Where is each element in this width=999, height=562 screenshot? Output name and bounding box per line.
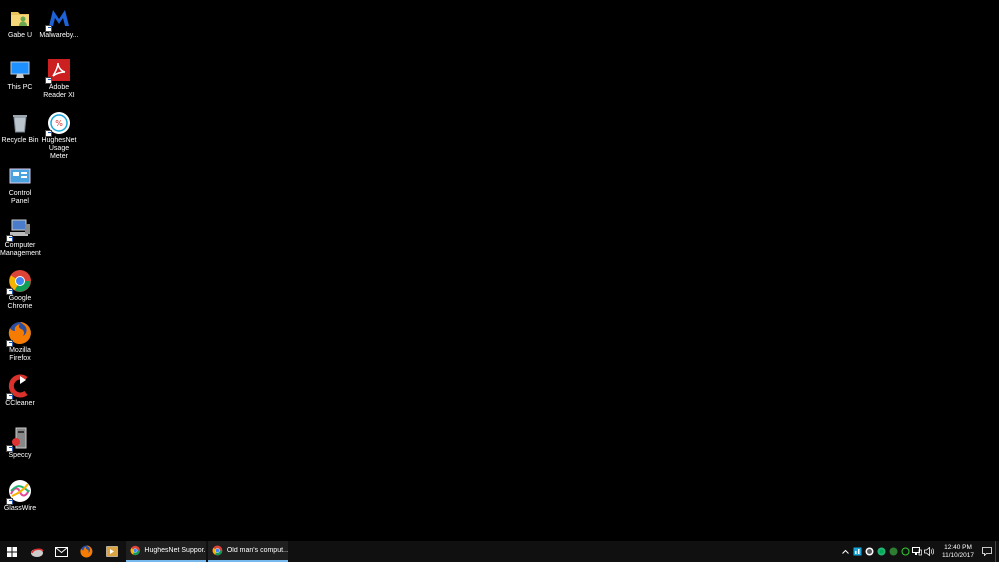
desktop-icon-label: Recycle Bin [1,137,39,144]
shortcut-arrow-icon [45,25,52,32]
ccleaner-icon [6,374,32,400]
show-hidden-icons-button[interactable] [839,541,851,562]
tray-network-monitor[interactable] [851,541,863,562]
hughesnet-tray-icon [865,547,873,556]
tray-hughesnet[interactable] [863,541,875,562]
notification-icon [982,547,992,556]
clock-time: 12:40 PM [944,543,972,551]
taskbar-window-old-mans-computer[interactable]: Old man's comput... [208,541,288,562]
media-player-button[interactable] [99,541,124,562]
tray-status[interactable] [899,541,911,562]
computer-management-icon [6,216,32,242]
desktop-icon-speccy[interactable]: Speccy [0,422,40,460]
chrome-icon [6,269,32,295]
desktop-icon-label: Malwareby... [39,32,79,39]
desktop-icon-label: Mozilla Firefox [9,347,31,362]
media-player-icon [105,546,118,557]
desktop-icon-gabe-u[interactable]: Gabe U [0,2,40,40]
network-monitor-icon [853,547,861,556]
glasswire-tray-icon [877,547,885,556]
desktop-icon-label: Gabe U [7,32,33,39]
shortcut-arrow-icon [6,393,13,400]
action-center-button[interactable] [979,541,995,562]
pinned-app-button[interactable] [24,541,49,562]
desktop-icon-computer-management[interactable]: Computer Management [0,212,41,258]
desktop-icon-adobe-reader[interactable]: Adobe Reader XI [39,54,79,100]
start-button[interactable] [0,541,24,562]
desktop-icon-label: Computer Management [0,242,41,257]
shortcut-arrow-icon [6,498,13,505]
desktop-icon-label: HughesNet Usage Meter [41,137,77,160]
mail-button[interactable] [49,541,74,562]
show-desktop-button[interactable] [995,541,999,562]
desktop-icon-control-panel[interactable]: Control Panel [0,160,40,206]
speaker-icon [924,547,934,556]
ring-status-icon [901,547,909,556]
desktop-icon-label: Adobe Reader XI [43,84,75,99]
firefox-icon [80,545,93,558]
adobe-reader-icon [45,58,71,84]
desktop-icon-google-chrome[interactable]: Google Chrome [0,265,40,311]
shortcut-arrow-icon [6,340,13,347]
mail-icon [55,546,68,557]
tray-security[interactable] [887,541,899,562]
desktop-icon-this-pc[interactable]: This PC [0,54,40,92]
network-icon [912,547,922,556]
desktop-icon-recycle-bin[interactable]: Recycle Bin [0,107,40,145]
desktop-icon-mozilla-firefox[interactable]: Mozilla Firefox [0,317,40,363]
desktop-icon-hughesnet-usage-meter[interactable]: % HughesNet Usage Meter [39,107,79,161]
desktop-icon-label: GlassWire [3,505,37,512]
windows-logo-icon [7,546,17,557]
app-launcher-icon [30,548,44,557]
svg-text:%: % [55,119,63,128]
chrome-icon [130,545,140,556]
tray-glasswire[interactable] [875,541,887,562]
shortcut-arrow-icon [6,288,13,295]
firefox-taskbar-button[interactable] [74,541,99,562]
desktop-icon-label: Speccy [8,452,32,459]
desktop: Gabe U This PC Recycle Bin Control Panel… [0,0,999,541]
tray-network[interactable] [911,541,923,562]
desktop-icon-label: This PC [7,84,33,91]
desktop-icon-label: Control Panel [8,190,32,205]
desktop-icon-ccleaner[interactable]: CCleaner [0,370,40,408]
shortcut-arrow-icon [6,235,13,242]
speccy-icon [6,426,32,452]
taskbar-window-title: HughesNet Suppor... [144,547,206,554]
chrome-icon [212,545,223,556]
system-tray: 12:40 PM 11/10/2017 [839,541,999,562]
taskbar: HughesNet Suppor... Old man's comput... [0,541,999,562]
clock-date: 11/10/2017 [941,551,975,559]
control-panel-icon [8,164,32,188]
shortcut-arrow-icon [6,445,13,452]
user-folder-icon [8,6,32,30]
desktop-icon-label: Google Chrome [7,295,33,310]
taskbar-window-hughesnet[interactable]: HughesNet Suppor... [126,541,206,562]
desktop-icon-glasswire[interactable]: GlassWire [0,475,40,513]
malwarebytes-icon [45,6,71,32]
desktop-icon-malwarebytes[interactable]: Malwareby... [39,2,79,40]
shortcut-arrow-icon [45,130,52,137]
taskbar-clock[interactable]: 12:40 PM 11/10/2017 [941,544,975,560]
recycle-bin-icon [8,111,32,135]
glasswire-icon [6,479,32,505]
tray-volume[interactable] [923,541,935,562]
taskbar-window-title: Old man's comput... [226,547,288,554]
hughesnet-meter-icon: % [45,111,71,137]
this-pc-icon [8,58,32,82]
shortcut-arrow-icon [45,77,52,84]
security-shield-icon [889,547,897,556]
desktop-icon-label: CCleaner [5,400,35,407]
firefox-icon [6,321,32,347]
chevron-up-icon [841,549,849,554]
